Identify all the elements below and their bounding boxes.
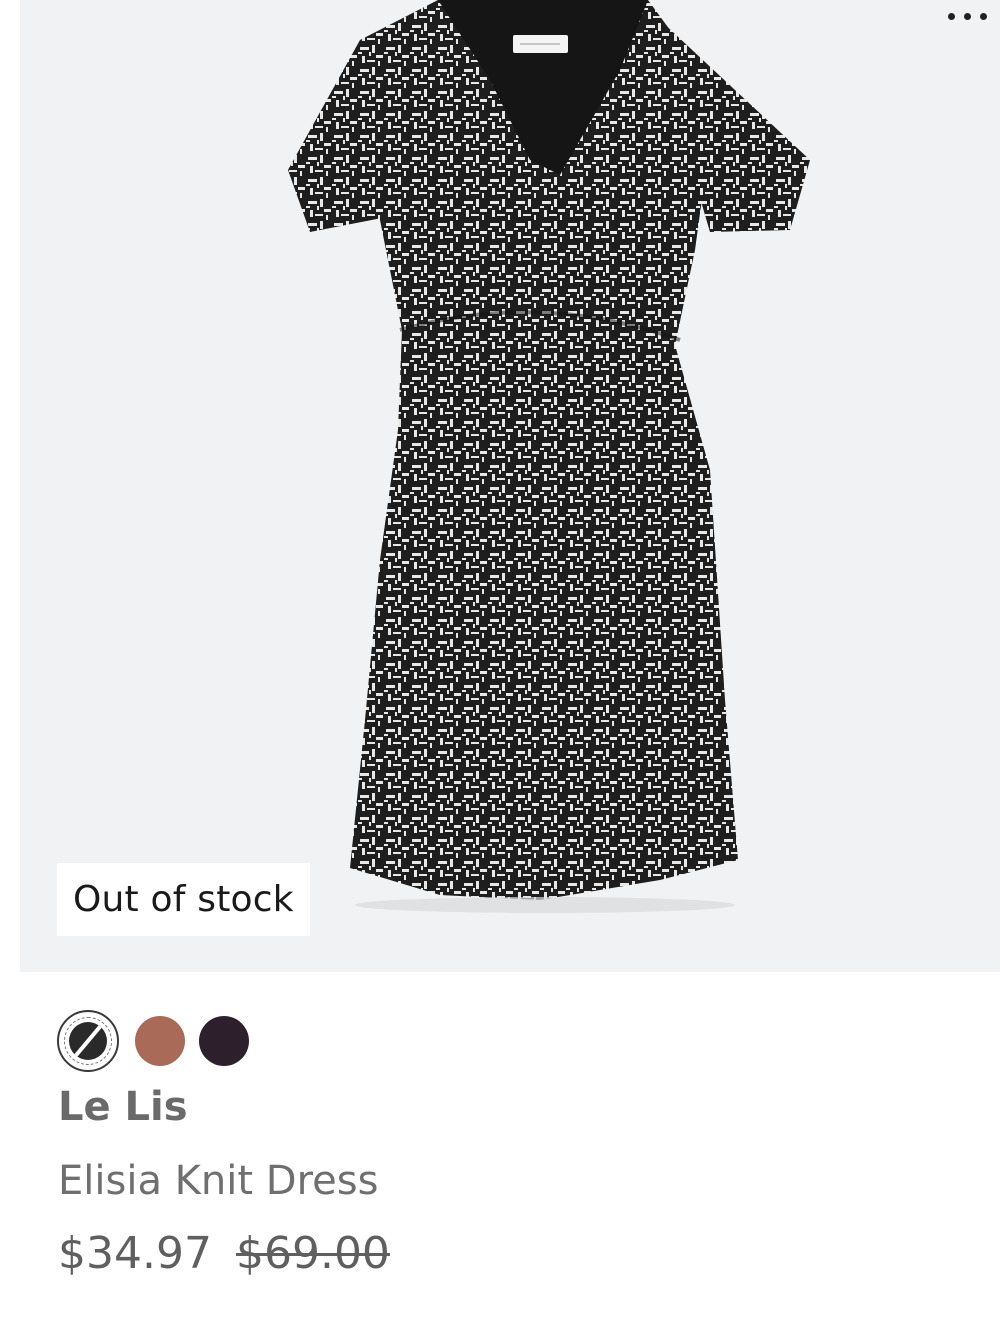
more-dot [964,12,971,20]
black-white-print-swatch-icon [69,1022,107,1060]
color-swatch-plum[interactable] [199,1016,249,1066]
color-swatch-rust[interactable] [135,1016,185,1066]
dress-image [288,0,810,913]
product-brand: Le Lis [58,1084,188,1130]
color-swatches [57,1010,263,1072]
out-of-stock-badge: Out of stock [57,863,310,936]
product-image-area[interactable] [20,0,1000,972]
sale-price: $34.97 [58,1228,212,1279]
swatch-ring [64,1017,112,1065]
price-row: $34.97 $69.00 [58,1228,390,1279]
original-price: $69.00 [235,1228,390,1279]
product-card[interactable]: Out of stock Le Lis Elisia Knit Dress $3… [0,0,1000,1332]
more-dot [980,12,987,20]
more-horizontal-icon [948,12,955,20]
product-name[interactable]: Elisia Knit Dress [58,1158,378,1204]
more-options-button[interactable] [940,2,1000,30]
color-swatch-print-selected[interactable] [57,1010,119,1072]
